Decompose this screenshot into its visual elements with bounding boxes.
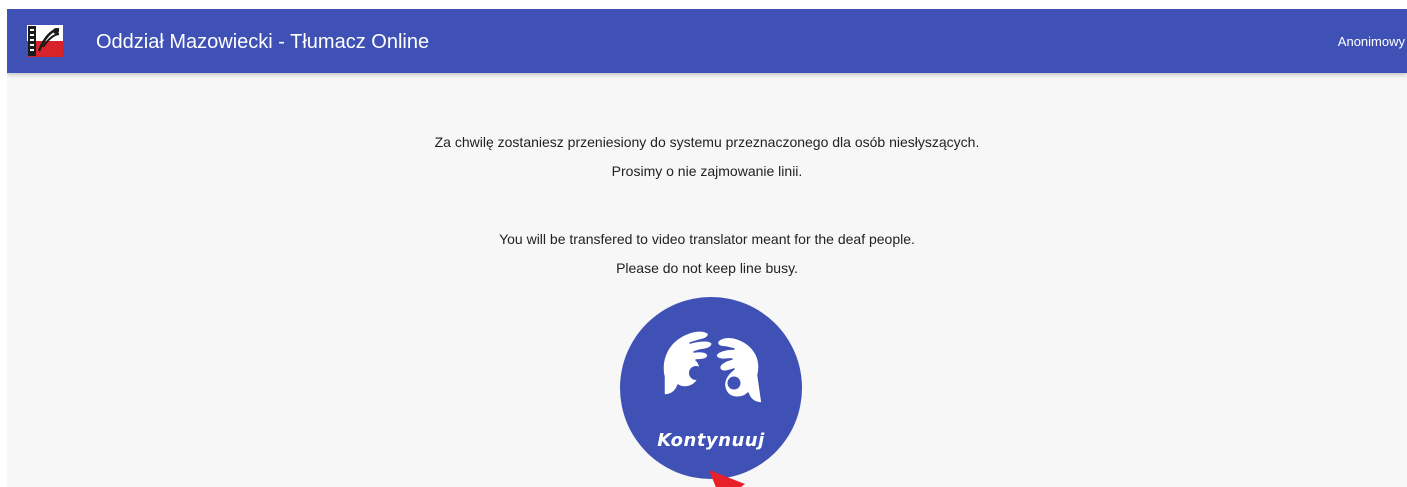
red-arrow-icon — [709, 470, 745, 487]
pzg-logo-icon — [27, 25, 63, 57]
app-bar: Oddział Mazowiecki - Tłumacz Online Anon… — [7, 9, 1407, 73]
browser-viewport: Oddział Mazowiecki - Tłumacz Online Anon… — [0, 0, 1407, 487]
message-pl-line-1: Za chwilę zostaniesz przeniesiony do sys… — [434, 134, 980, 150]
continue-label: Kontynuuj — [657, 430, 765, 451]
message-en-line-1: You will be transfered to video translat… — [499, 231, 915, 247]
sign-language-hands-icon — [662, 330, 763, 404]
continue-button[interactable]: Kontynuuj — [620, 297, 802, 479]
app-title: Oddział Mazowiecki - Tłumacz Online — [96, 31, 430, 53]
message-en-line-2: Please do not keep line busy. — [616, 260, 798, 276]
main-content: Za chwilę zostaniesz przeniesiony do sys… — [7, 73, 1407, 487]
page: Oddział Mazowiecki - Tłumacz Online Anon… — [7, 9, 1407, 487]
user-menu[interactable]: Anonimowy — [1338, 34, 1405, 50]
message-pl-line-2: Prosimy o nie zajmowanie linii. — [611, 163, 803, 179]
